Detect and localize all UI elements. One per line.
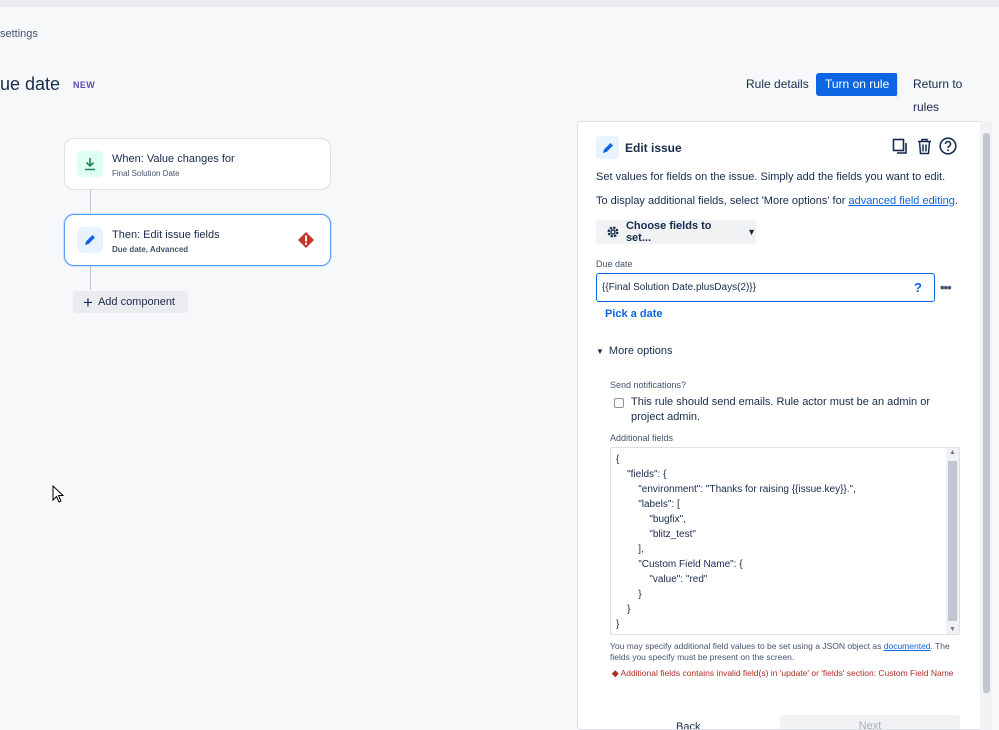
gear-icon xyxy=(607,226,619,238)
send-notifications-text: This rule should send emails. Rule actor… xyxy=(631,396,930,423)
due-date-label: Due date xyxy=(596,259,633,269)
more-options-toggle[interactable]: ▼ More options xyxy=(596,345,673,357)
choose-fields-button[interactable]: Choose fields to set... ▼ xyxy=(596,220,756,244)
new-badge: NEW xyxy=(73,80,96,90)
additional-fields-json: { "fields": { "environment": "Thanks for… xyxy=(616,454,856,630)
panel-description: Set values for fields on the issue. Simp… xyxy=(596,171,946,183)
top-bar xyxy=(0,0,999,7)
pick-a-date-link[interactable]: Pick a date xyxy=(605,308,662,320)
header-divider xyxy=(897,72,898,98)
action-title: Then: Edit issue fields xyxy=(112,229,220,241)
copy-icon[interactable] xyxy=(891,136,909,156)
trigger-title: When: Value changes for xyxy=(112,153,235,165)
action-subtitle: Due date, Advanced xyxy=(112,245,189,254)
panel-title: Edit issue xyxy=(625,141,682,155)
plus-icon: + xyxy=(83,292,93,312)
documented-link[interactable]: documented xyxy=(884,641,931,651)
edit-issue-panel: Edit issue Set values for fields on the … xyxy=(577,121,992,730)
next-button[interactable]: Next xyxy=(780,715,960,729)
textarea-scrollbar[interactable]: ▲ ▼ xyxy=(946,448,959,634)
action-card[interactable]: Then: Edit issue fields Due date, Advanc… xyxy=(64,214,331,266)
send-notifications-label: Send notifications? xyxy=(610,380,687,390)
advanced-field-editing-link[interactable]: advanced field editing xyxy=(848,195,954,207)
add-component-label: Add component xyxy=(97,296,175,308)
more-actions-icon[interactable]: ••• xyxy=(940,280,952,295)
return-to-rules-button[interactable]: Return to rules xyxy=(904,73,999,114)
trash-icon[interactable] xyxy=(915,136,933,156)
help-icon[interactable] xyxy=(939,136,957,156)
error-icon: ◆ xyxy=(612,668,619,678)
error-message: ◆ Additional fields contains invalid fiel… xyxy=(612,668,954,678)
breadcrumb[interactable]: settings xyxy=(0,28,38,40)
turn-on-rule-button[interactable]: Turn on rule xyxy=(816,73,899,96)
additional-fields-label: Additional fields xyxy=(610,433,674,443)
display-hint: To display additional fields, select 'Mo… xyxy=(596,195,958,207)
error-icon xyxy=(298,232,314,248)
choose-fields-label: Choose fields to set... xyxy=(625,220,712,244)
pencil-icon xyxy=(77,227,103,253)
question-icon[interactable]: ? xyxy=(914,280,922,295)
back-button[interactable]: Back xyxy=(676,721,700,729)
page-title: ue date xyxy=(0,74,61,94)
chevron-down-icon: ▼ xyxy=(747,227,756,237)
send-notifications-checkbox[interactable] xyxy=(614,398,624,408)
connector-line xyxy=(90,190,91,214)
pencil-icon xyxy=(596,136,619,159)
connector-line xyxy=(90,266,91,290)
trigger-icon xyxy=(77,151,103,177)
trigger-card[interactable]: When: Value changes for Final Solution D… xyxy=(64,138,331,190)
rule-details-button[interactable]: Rule details xyxy=(737,73,818,96)
trigger-subtitle: Final Solution Date xyxy=(112,169,180,178)
add-component-button[interactable]: + Add component xyxy=(73,291,188,313)
panel-toolbar xyxy=(891,136,957,156)
panel-scrollbar[interactable] xyxy=(980,121,992,730)
mouse-cursor-icon xyxy=(52,485,64,503)
json-help-text: You may specify additional field values … xyxy=(610,641,950,662)
additional-fields-textarea[interactable]: { "fields": { "environment": "Thanks for… xyxy=(610,447,960,635)
chevron-down-icon: ▼ xyxy=(596,347,604,356)
due-date-input[interactable] xyxy=(596,273,935,302)
